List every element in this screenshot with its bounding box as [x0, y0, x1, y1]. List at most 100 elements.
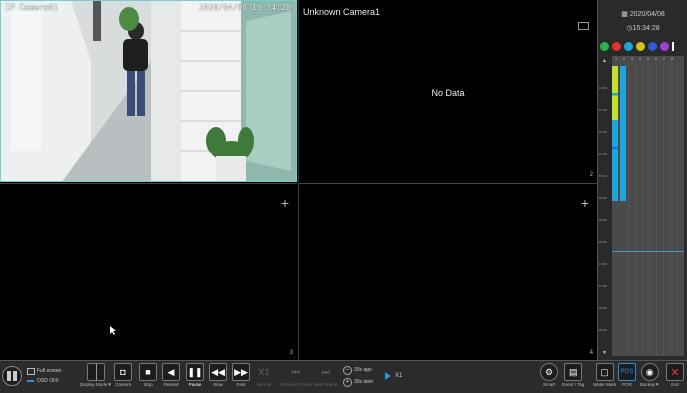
pause-button[interactable]: ❚❚ Pause: [186, 363, 204, 387]
motion-record-icon[interactable]: [624, 42, 633, 51]
close-icon: ✕: [666, 363, 684, 381]
backup-label: Backup▼: [640, 382, 660, 387]
hour-label: 18:30: [599, 328, 607, 332]
layout-icon[interactable]: [2, 366, 22, 386]
display-mode-button[interactable]: Display Mode▼: [80, 363, 112, 387]
osd-off-label[interactable]: OSD OFF: [37, 378, 59, 384]
add-camera-icon[interactable]: +: [281, 196, 289, 210]
smart-icon: ⚙: [540, 363, 558, 381]
playback-sidebar: ▦ 2020/04/08 ◷15:34:28 ▲ ▼ 1 2 3 4 5 6 7…: [597, 0, 687, 360]
play-icon[interactable]: [385, 372, 391, 380]
water-mark-icon: ▢: [595, 363, 614, 381]
manual-record-icon[interactable]: [600, 42, 609, 51]
pause-icon: ❚❚: [186, 363, 204, 381]
timestamp-osd: 2020/04/08 15:34:28: [199, 3, 291, 12]
camera-name-label: Unknown Camera1: [303, 7, 381, 17]
water-mark-button[interactable]: ▢ Water Mark: [593, 363, 616, 387]
full-screen-label[interactable]: Full screen: [37, 368, 61, 374]
stop-icon: ■: [139, 363, 157, 381]
camera-view-2[interactable]: Unknown Camera1 No Data 2: [298, 0, 597, 182]
more-icon[interactable]: [672, 42, 674, 51]
fast-button[interactable]: ▶▶ Fast: [232, 363, 250, 387]
channel-number: 2: [622, 56, 626, 61]
hour-label: 14:00: [599, 130, 607, 134]
camera-name-osd: IP Camera01: [5, 3, 58, 12]
time-cursor[interactable]: [612, 251, 684, 252]
camera-icon: ◘: [114, 363, 132, 381]
camera-view-3[interactable]: + 3: [0, 183, 297, 360]
fast-icon: ▶▶: [232, 363, 250, 381]
channel-number: 4: [589, 350, 593, 356]
mouse-pointer-icon: [110, 326, 116, 335]
rewind-button[interactable]: ◀ Rewind: [162, 363, 180, 387]
channel-number: 1: [614, 56, 618, 61]
channel-header: 1 2 3 4 5 6 7 8: [612, 56, 684, 64]
smart-label: Smart: [542, 382, 555, 387]
plus-30s-icon[interactable]: +: [343, 378, 352, 387]
video-grid: IP Camera01 2020/04/08 15:34:28 Unknown …: [0, 0, 597, 360]
osd-icon[interactable]: [27, 380, 34, 382]
channel-2-recording[interactable]: [620, 66, 626, 201]
full-screen-icon[interactable]: [27, 368, 35, 375]
hour-label: 16:30: [599, 240, 607, 244]
normal-label: Normal: [256, 382, 272, 387]
30s-ago-label[interactable]: 30s ago: [354, 367, 372, 373]
hour-label: 15:30: [599, 196, 607, 200]
normal-speed-icon: X1: [258, 367, 270, 377]
schedule-record-icon[interactable]: [636, 42, 645, 51]
date-value: 2020/04/08: [629, 11, 665, 18]
pos-label: POS: [622, 382, 632, 387]
exit-button[interactable]: ✕ Exit: [666, 363, 684, 387]
timeline-hour-labels: 13:00 13:30 14:00 14:30 15:00 15:30 16:0…: [598, 56, 612, 356]
camera-1-video-frame: [1, 1, 296, 181]
event-tag-label: Event / Tag: [562, 382, 585, 387]
pos-record-icon[interactable]: [660, 42, 669, 51]
backup-button[interactable]: ◉ Backup▼: [640, 363, 659, 387]
rewind-icon: ◀: [162, 363, 180, 381]
date-display[interactable]: ▦ 2020/04/08: [598, 10, 687, 18]
camera-view-4[interactable]: + 4: [298, 183, 597, 360]
pos-button[interactable]: POS POS: [618, 363, 636, 387]
channel-number: 3: [630, 56, 634, 61]
hour-label: 13:30: [599, 108, 607, 112]
channel-number: 2: [589, 172, 593, 178]
time-value: 15:34:28: [632, 25, 660, 32]
timeline[interactable]: 1 2 3 4 5 6 7 8: [612, 56, 684, 356]
pos-icon: POS: [618, 363, 636, 381]
stop-label: Stop: [143, 382, 153, 387]
slow-icon: ◀◀: [209, 363, 227, 381]
30s-later-label[interactable]: 30s later: [354, 379, 373, 385]
add-camera-icon[interactable]: +: [581, 196, 589, 210]
smart-button[interactable]: ⚙ Smart: [540, 363, 558, 387]
next-frame-label: Next Frame: [314, 382, 338, 387]
time-display[interactable]: ◷15:34:28: [598, 24, 687, 32]
event-tag-button[interactable]: ▤ Event / Tag: [562, 363, 584, 387]
hour-label: 17:30: [599, 284, 607, 288]
play-speed-label: X1: [395, 373, 403, 379]
event-tag-icon: ▤: [564, 363, 583, 381]
exit-label: Exit: [671, 382, 679, 387]
camera-button[interactable]: ◘ Camera: [114, 363, 132, 387]
pause-label: Pause: [188, 382, 202, 387]
previous-frame-button[interactable]: ⏮ Previous Frame: [280, 363, 312, 388]
next-frame-button[interactable]: ⏭ Next Frame: [314, 363, 338, 388]
hour-label: 14:30: [599, 152, 607, 156]
channel-number: 8: [670, 56, 674, 61]
channel-number: 6: [654, 56, 658, 61]
hour-label: 18:00: [599, 306, 607, 310]
water-mark-label: Water Mark: [593, 382, 617, 387]
intelligent-record-icon[interactable]: [648, 42, 657, 51]
slow-label: Slow: [213, 382, 223, 387]
camera-view-1[interactable]: IP Camera01 2020/04/08 15:34:28: [0, 0, 297, 182]
minus-30s-icon[interactable]: −: [343, 366, 352, 375]
sensor-record-icon[interactable]: [612, 42, 621, 51]
normal-button[interactable]: X1 Normal: [255, 363, 273, 387]
hour-label: 16:00: [599, 218, 607, 222]
slow-button[interactable]: ◀◀ Slow: [209, 363, 227, 387]
channel-number: 4: [638, 56, 642, 61]
stop-button[interactable]: ■ Stop: [139, 363, 157, 387]
channel-1-recording[interactable]: [612, 66, 618, 201]
channel-number: 5: [646, 56, 650, 61]
hour-label: 17:00: [599, 262, 607, 266]
display-mode-label: Display Mode▼: [80, 382, 112, 387]
